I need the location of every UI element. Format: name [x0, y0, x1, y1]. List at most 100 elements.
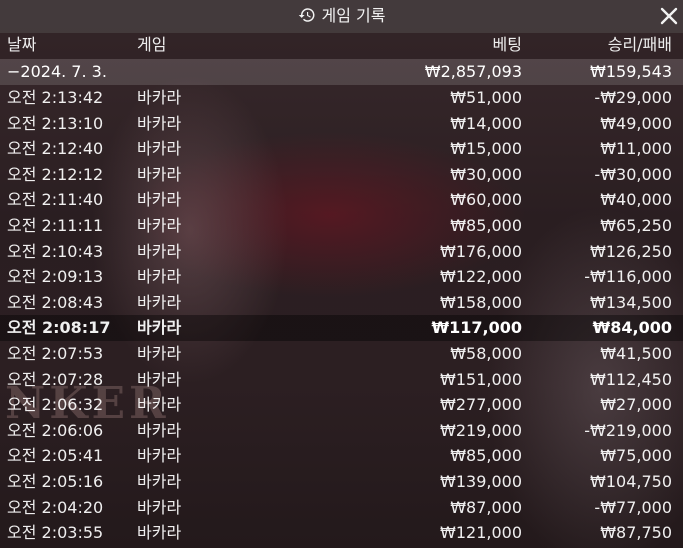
header-game[interactable]: 게임 [137, 33, 166, 57]
date-group-row[interactable]: −2024. 7. 3. ₩2,857,093 ₩159,543 [0, 59, 683, 85]
row-win-loss: ₩126,250 [590, 241, 672, 261]
table-header: 날짜 게임 베팅 승리/패배 [0, 33, 683, 59]
row-bet: ₩51,000 [450, 88, 522, 107]
row-win-loss: ₩104,750 [590, 472, 672, 491]
row-game: 바카라 [137, 190, 182, 210]
row-game: 바카라 [137, 344, 182, 363]
row-time: 오전 2:10:43 [7, 241, 104, 261]
header-bet[interactable]: 베팅 [493, 33, 522, 57]
row-bet: ₩60,000 [450, 190, 522, 210]
panel-title: 게임 기록 [0, 6, 683, 26]
row-bet: ₩277,000 [440, 395, 522, 415]
table-row[interactable]: 오전 2:07:28 바카라 ₩151,000 ₩112,450 [0, 367, 683, 393]
row-time: 오전 2:13:42 [7, 88, 104, 107]
row-bet: ₩85,000 [450, 216, 522, 235]
table-row[interactable]: 오전 2:11:40 바카라 ₩60,000 ₩40,000 [0, 187, 683, 213]
row-time: 오전 2:04:20 [7, 497, 104, 517]
row-win-loss: ₩75,000 [600, 446, 672, 466]
table-row[interactable]: 오전 2:07:53 바카라 ₩58,000 ₩41,500 [0, 341, 683, 367]
table-row[interactable]: 오전 2:08:43 바카라 ₩158,000 ₩134,500 [0, 290, 683, 316]
row-game: 바카라 [137, 216, 182, 235]
row-bet: ₩58,000 [450, 344, 522, 363]
row-game: 바카라 [137, 241, 182, 261]
row-time: 오전 2:11:40 [7, 190, 104, 210]
header-win-loss[interactable]: 승리/패배 [608, 33, 672, 57]
row-time: 오전 2:07:28 [7, 369, 104, 389]
row-time: 오전 2:09:13 [7, 267, 104, 287]
table-row[interactable]: 오전 2:13:42 바카라 ₩51,000 -₩29,000 [0, 85, 683, 111]
row-win-loss: ₩49,000 [600, 113, 672, 133]
table-row[interactable]: 오전 2:12:40 바카라 ₩15,000 ₩11,000 [0, 136, 683, 162]
row-game: 바카라 [137, 472, 182, 491]
history-icon [298, 8, 315, 22]
row-win-loss: ₩87,750 [600, 523, 672, 543]
row-game: 바카라 [137, 369, 182, 389]
row-win-loss: ₩65,250 [600, 216, 672, 235]
row-game: 바카라 [137, 164, 182, 184]
row-time: 오전 2:11:11 [7, 216, 104, 235]
row-game: 바카라 [137, 420, 182, 440]
row-game: 바카라 [137, 523, 182, 543]
row-bet: ₩15,000 [450, 139, 522, 159]
row-game: 바카라 [137, 267, 182, 287]
row-game: 바카라 [137, 113, 182, 133]
table-row[interactable]: 오전 2:04:20 바카라 ₩87,000 -₩77,000 [0, 495, 683, 521]
row-win-loss: ₩41,500 [600, 344, 672, 363]
row-bet: ₩14,000 [450, 113, 522, 133]
row-win-loss: -₩30,000 [594, 164, 672, 184]
row-win-loss: -₩219,000 [584, 420, 672, 440]
row-bet: ₩219,000 [440, 420, 522, 440]
row-bet: ₩117,000 [431, 318, 522, 338]
row-win-loss: ₩112,450 [590, 369, 672, 389]
game-history-panel: NKER 게임 기록 날짜 게임 베팅 승리/패배 −2024. 7. 3. ₩… [0, 0, 683, 548]
row-time: 오전 2:08:43 [7, 292, 104, 312]
row-game: 바카라 [137, 395, 182, 415]
panel-title-text: 게임 기록 [321, 6, 386, 25]
row-bet: ₩139,000 [440, 472, 522, 491]
row-time: 오전 2:07:53 [7, 344, 104, 363]
table-row[interactable]: 오전 2:11:11 바카라 ₩85,000 ₩65,250 [0, 213, 683, 239]
table-row[interactable]: 오전 2:06:32 바카라 ₩277,000 ₩27,000 [0, 392, 683, 418]
row-win-loss: -₩77,000 [594, 497, 672, 517]
table-row[interactable]: 오전 2:13:10 바카라 ₩14,000 ₩49,000 [0, 111, 683, 137]
row-bet: ₩121,000 [440, 523, 522, 543]
row-bet: ₩85,000 [450, 446, 522, 466]
row-time: 오전 2:05:16 [7, 472, 104, 491]
table-row[interactable]: 오전 2:12:12 바카라 ₩30,000 -₩30,000 [0, 162, 683, 188]
row-time: 오전 2:08:17 [7, 318, 111, 338]
row-win-loss: ₩11,000 [600, 139, 672, 159]
row-bet: ₩176,000 [440, 241, 522, 261]
row-win-loss: -₩29,000 [594, 88, 672, 107]
date-group-win-loss-total: ₩159,543 [590, 62, 672, 81]
row-game: 바카라 [137, 139, 182, 159]
row-time: 오전 2:13:10 [7, 113, 104, 133]
row-game: 바카라 [137, 497, 182, 517]
table-row[interactable]: 오전 2:06:06 바카라 ₩219,000 -₩219,000 [0, 418, 683, 444]
row-time: 오전 2:05:41 [7, 446, 104, 466]
title-bar: 게임 기록 [0, 0, 683, 33]
row-game: 바카라 [137, 88, 182, 107]
row-game: 바카라 [137, 292, 182, 312]
row-game: 바카라 [137, 318, 182, 338]
row-win-loss: ₩27,000 [600, 395, 672, 415]
row-win-loss: ₩40,000 [600, 190, 672, 210]
row-bet: ₩87,000 [450, 497, 522, 517]
row-time: 오전 2:12:12 [7, 164, 104, 184]
table-row[interactable]: 오전 2:09:13 바카라 ₩122,000 -₩116,000 [0, 264, 683, 290]
date-group-bet-total: ₩2,857,093 [424, 62, 522, 81]
header-date[interactable]: 날짜 [7, 33, 36, 57]
table-row[interactable]: 오전 2:05:41 바카라 ₩85,000 ₩75,000 [0, 443, 683, 469]
row-time: 오전 2:06:06 [7, 420, 104, 440]
row-win-loss: -₩116,000 [584, 267, 672, 287]
table-row[interactable]: 오전 2:08:17 바카라 ₩117,000 ₩84,000 [0, 315, 683, 341]
row-time: 오전 2:03:55 [7, 523, 104, 543]
row-win-loss: ₩134,500 [590, 292, 672, 312]
row-game: 바카라 [137, 446, 182, 466]
row-bet: ₩158,000 [440, 292, 522, 312]
table-row[interactable]: 오전 2:10:43 바카라 ₩176,000 ₩126,250 [0, 239, 683, 265]
table-row[interactable]: 오전 2:03:55 바카라 ₩121,000 ₩87,750 [0, 520, 683, 546]
table-row[interactable]: 오전 2:05:16 바카라 ₩139,000 ₩104,750 [0, 469, 683, 495]
row-time: 오전 2:06:32 [7, 395, 104, 415]
date-group-label[interactable]: −2024. 7. 3. [7, 59, 107, 84]
close-button[interactable] [659, 6, 679, 26]
